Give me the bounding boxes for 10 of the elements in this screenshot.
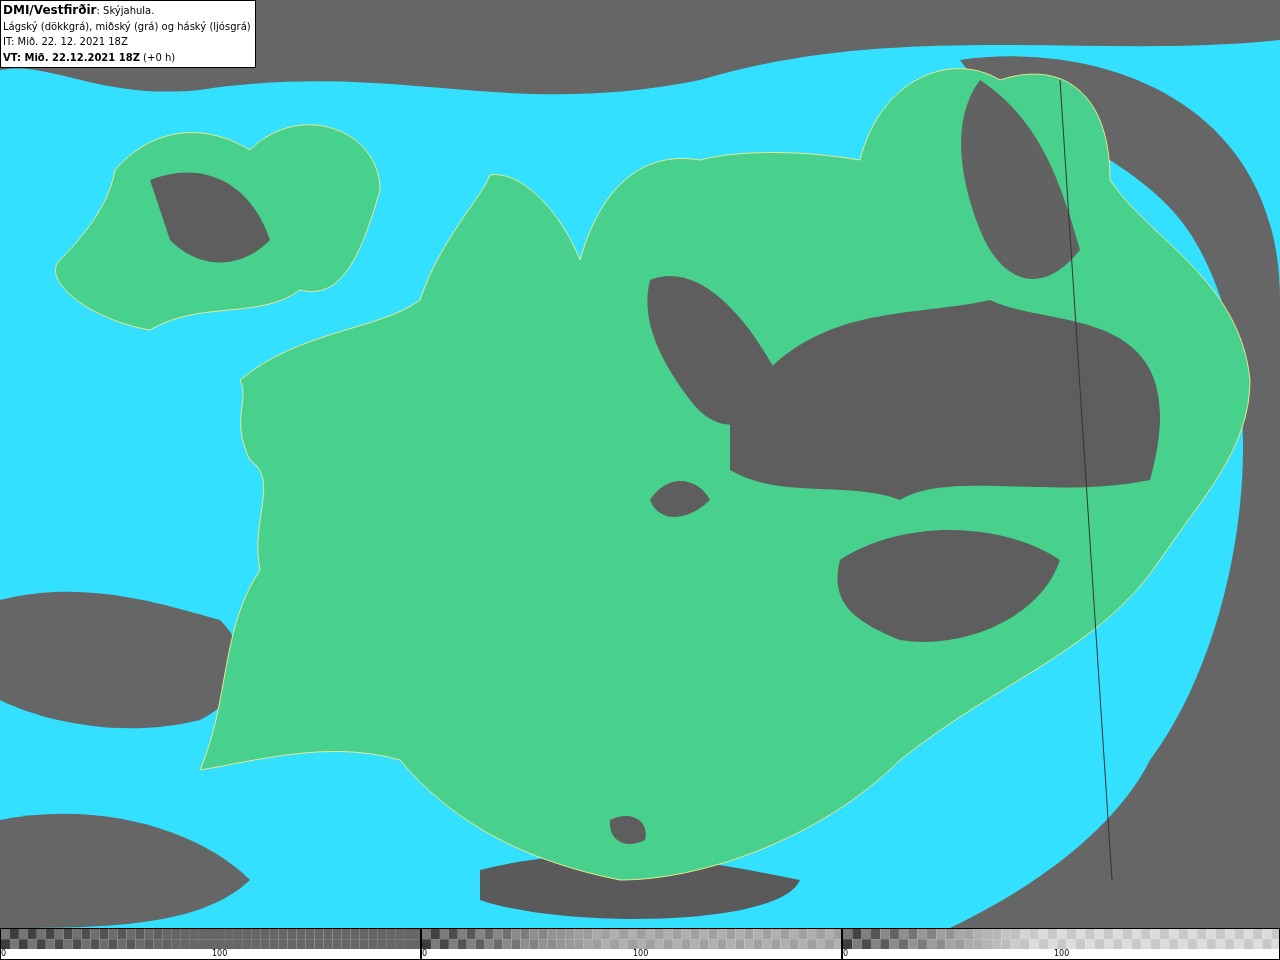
scale-label: 100 [1054,949,1070,960]
scale-label: 0 [843,949,849,960]
legend-text: DMI/Vestfirðir: Skýjahula. [3,3,156,19]
legend-text: IT: Mið. 22. 12. 2021 18Z [3,35,129,49]
scale-label: 0 [422,949,428,960]
scale-label: 100 [633,949,649,960]
scale-label: 0 [1,949,7,960]
legend-text: Lágský (dökkgrá), miðský (grá) og háský (ljósgrá) [3,19,251,34]
legend-text: VT: Mið. 22.12.2021 18Z (+0 h) [3,50,177,65]
scale-label: 100 [212,949,228,960]
